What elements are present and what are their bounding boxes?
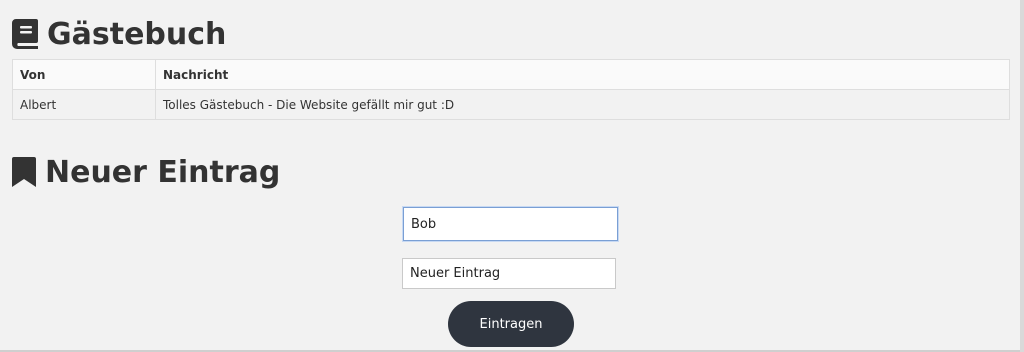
message-input[interactable] (402, 258, 616, 289)
entry-author: Albert (12, 89, 156, 120)
new-entry-heading: Neuer Eintrag (12, 152, 280, 192)
submit-button[interactable]: Eintragen (448, 301, 574, 347)
book-icon (12, 19, 47, 49)
table-row: Albert Tolles Gästebuch - Die Website ge… (12, 89, 1010, 120)
column-header-von: Von (12, 59, 156, 90)
page-right-edge (1020, 0, 1024, 352)
name-input[interactable] (403, 207, 618, 241)
column-header-nachricht: Nachricht (155, 59, 1010, 90)
guestbook-title: Gästebuch (47, 16, 227, 52)
table-header-row: Von Nachricht (12, 59, 1010, 90)
guestbook-heading: Gästebuch (12, 14, 226, 54)
new-entry-title: Neuer Eintrag (45, 154, 281, 190)
entry-message: Tolles Gästebuch - Die Website gefällt m… (155, 89, 1010, 120)
guestbook-table: Von Nachricht Albert Tolles Gästebuch - … (12, 59, 1010, 120)
bookmark-icon (12, 157, 45, 187)
